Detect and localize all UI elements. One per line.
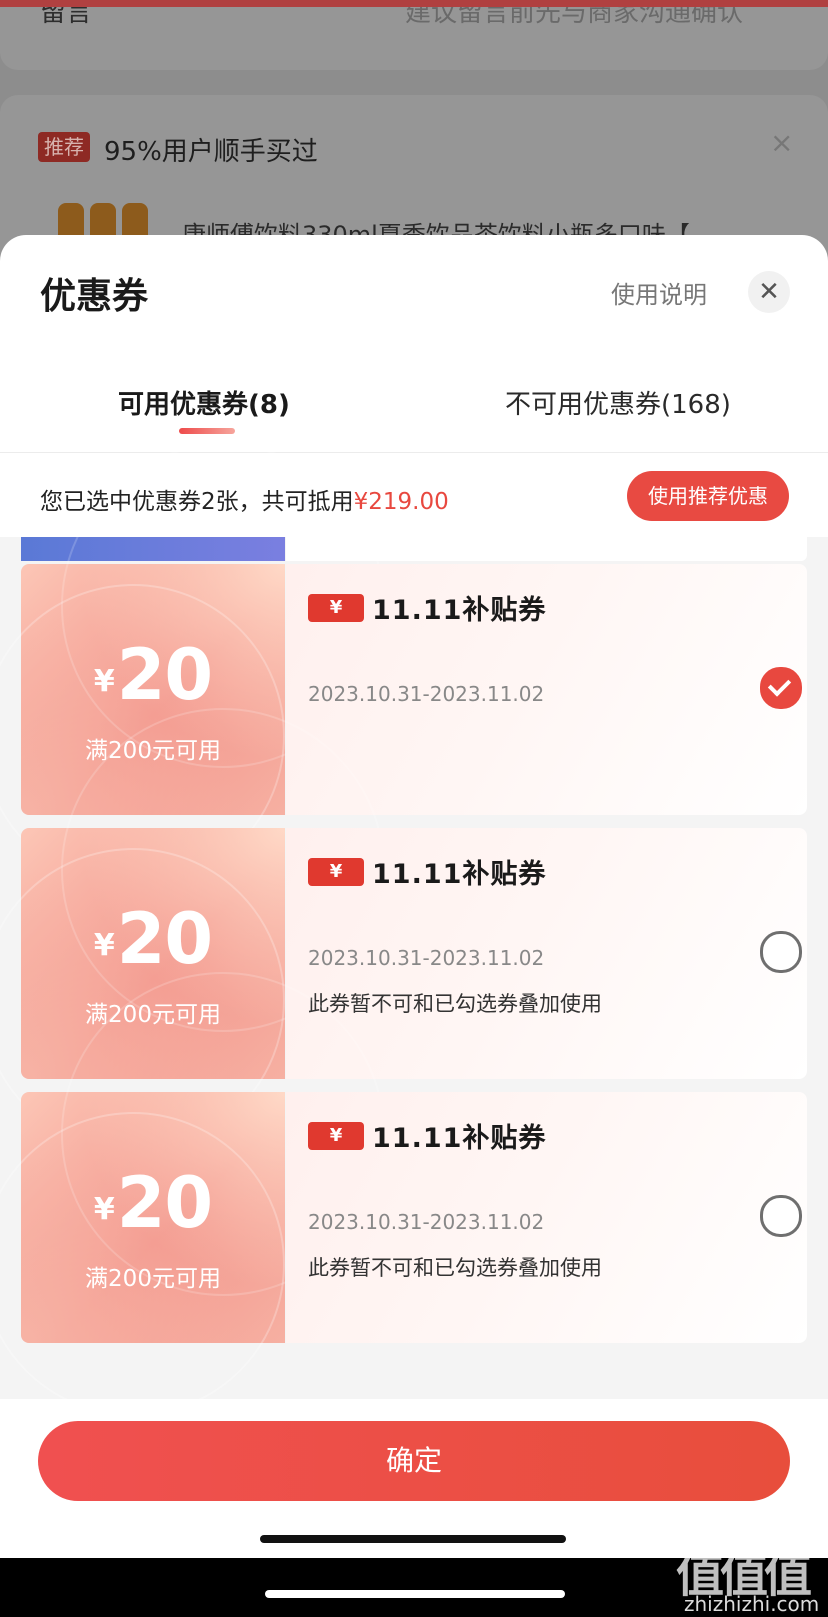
- coupon-card[interactable]: ¥20 满200元可用 ¥11.11补贴券 2023.10.31-2023.11…: [0, 972, 807, 1416]
- checkmark-icon[interactable]: [760, 667, 802, 709]
- sheet-title: 优惠券: [40, 276, 149, 317]
- coupon-info-panel: ¥11.11补贴券 2023.10.31-2023.11.02: [286, 564, 807, 815]
- coupon-info-panel: ¥11.11补贴券 2023.10.31-2023.11.02 此券暂不可和已勾…: [286, 828, 807, 1079]
- watermark-url: zhizhizhi.com: [684, 1592, 820, 1616]
- coupon-validity: 2023.10.31-2023.11.02: [308, 946, 545, 970]
- tab-unavailable-coupons[interactable]: 不可用优惠券(168): [505, 384, 731, 421]
- active-tab-indicator: [179, 428, 235, 434]
- coupon-tag: ¥11.11补贴券: [308, 588, 546, 626]
- coupon-conflict-note: 此券暂不可和已勾选券叠加使用: [308, 1256, 602, 1280]
- coupon-amount: ¥20: [21, 634, 285, 716]
- confirm-button[interactable]: 确定: [38, 1421, 790, 1501]
- system-home-indicator: [265, 1590, 565, 1598]
- use-recommended-button[interactable]: 使用推荐优惠: [627, 471, 789, 521]
- tab-divider: [0, 452, 828, 453]
- coupon-tag-text: 11.11补贴券: [372, 859, 547, 890]
- coupon-conflict-note: 此券暂不可和已勾选券叠加使用: [308, 992, 602, 1016]
- amount-value: 20: [116, 634, 213, 716]
- background-page: 留言 建议留言前先与商家沟通确认 推荐 95%用户顺手买过 × 康师傅饮料330…: [0, 0, 828, 275]
- recommend-close-icon: ×: [770, 126, 794, 159]
- summary-amount: ¥219.00: [353, 489, 449, 515]
- amount-value: 20: [116, 1162, 213, 1244]
- currency-symbol: ¥: [93, 1192, 115, 1227]
- top-accent-line: [0, 0, 828, 7]
- currency-symbol: ¥: [93, 928, 115, 963]
- amount-value: 20: [116, 898, 213, 980]
- coupon-validity: 2023.10.31-2023.11.02: [308, 1210, 545, 1234]
- close-button[interactable]: ✕: [748, 271, 790, 313]
- coupon-tag: ¥11.11补贴券: [308, 852, 546, 890]
- yen-tag-icon: ¥: [308, 593, 364, 622]
- coupon-list[interactable]: ¥20 满200元可用 ¥11.11补贴券 2023.10.31-2023.11…: [0, 444, 828, 1437]
- radio-unchecked-icon[interactable]: [760, 931, 802, 973]
- currency-symbol: ¥: [93, 664, 115, 699]
- recommend-badge: 推荐: [38, 132, 90, 162]
- coupon-condition: 满200元可用: [85, 1266, 221, 1292]
- coupon-tag: ¥11.11补贴券: [308, 1116, 546, 1154]
- yen-tag-icon: ¥: [308, 857, 364, 886]
- message-row: 留言 建议留言前先与商家沟通确认: [0, 0, 828, 70]
- coupon-sheet: 优惠券 使用说明 ✕ 可用优惠券(8) 不可用优惠券(168) 您已选中优惠券2…: [0, 235, 828, 1560]
- home-indicator: [260, 1535, 566, 1543]
- tab-available-coupons[interactable]: 可用优惠券(8): [118, 384, 290, 421]
- coupon-tag-text: 11.11补贴券: [372, 1123, 547, 1154]
- coupon-value-panel: ¥20 满200元可用: [0, 972, 385, 1416]
- coupon-amount: ¥20: [21, 898, 285, 980]
- coupon-amount: ¥20: [21, 1162, 285, 1244]
- coupon-tag-text: 11.11补贴券: [372, 595, 547, 626]
- recommend-text: 95%用户顺手买过: [104, 137, 318, 167]
- coupon-info-panel: ¥11.11补贴券 2023.10.31-2023.11.02 此券暂不可和已勾…: [286, 1092, 807, 1343]
- radio-unchecked-icon[interactable]: [760, 1195, 802, 1237]
- usage-instructions-link[interactable]: 使用说明: [611, 275, 707, 310]
- yen-tag-icon: ¥: [308, 1121, 364, 1150]
- close-icon: ✕: [758, 277, 780, 307]
- coupon-validity: 2023.10.31-2023.11.02: [308, 682, 545, 706]
